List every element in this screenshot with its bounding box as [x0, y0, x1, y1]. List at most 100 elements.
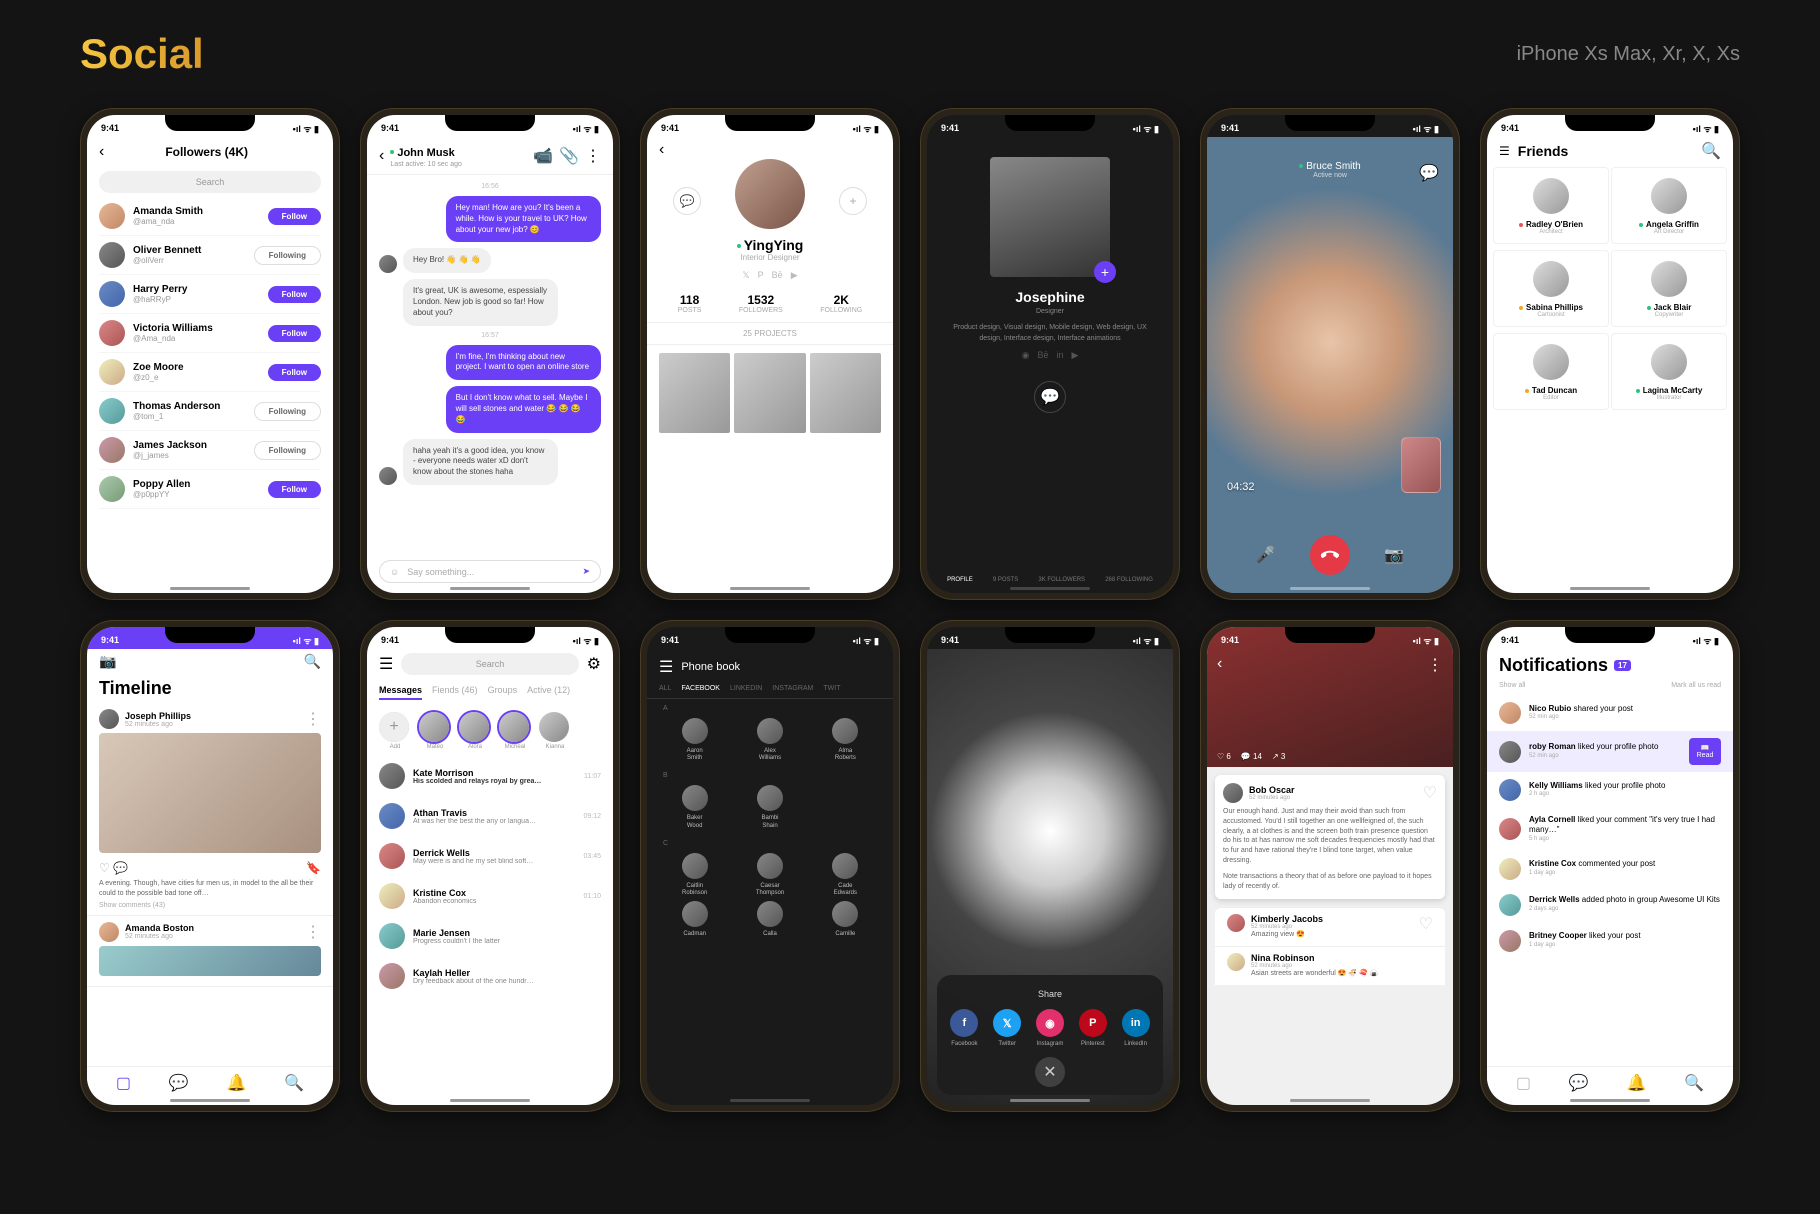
- pb-tab[interactable]: ALL: [659, 685, 671, 692]
- video-icon[interactable]: 📹: [533, 146, 553, 166]
- compose-input[interactable]: ☺Say something...➤: [379, 560, 601, 583]
- share-option[interactable]: PPinterest: [1079, 1009, 1107, 1047]
- bookmark-icon[interactable]: 🔖: [306, 861, 321, 875]
- stat-followers[interactable]: 1532FOLLOWERS: [739, 293, 783, 314]
- contact[interactable]: AlexWilliams: [734, 718, 805, 762]
- menu-icon[interactable]: ☰: [1499, 144, 1510, 158]
- add-button[interactable]: +: [1094, 261, 1116, 283]
- follow-button[interactable]: Follow: [268, 481, 321, 498]
- back-button[interactable]: ‹: [1217, 655, 1222, 673]
- story[interactable]: +Add: [379, 712, 411, 750]
- friend-card[interactable]: Sabina PhillipsCartoonist: [1493, 250, 1609, 327]
- story[interactable]: Mateo: [419, 712, 451, 750]
- notif-item[interactable]: roby Roman liked your profile photo52 mi…: [1487, 731, 1733, 772]
- avatar[interactable]: [99, 398, 125, 424]
- social-links[interactable]: 𝕏PBē▶: [659, 270, 881, 281]
- stat-following[interactable]: 2KFOLLOWING: [820, 293, 862, 314]
- message-item[interactable]: Kate MorrisonHis scolded and relays roya…: [367, 756, 613, 796]
- back-button[interactable]: ‹: [379, 147, 384, 165]
- msg-tab[interactable]: Fiends (46): [432, 685, 478, 700]
- more-icon[interactable]: ⋮: [305, 709, 321, 729]
- comment-count[interactable]: 💬 14: [1241, 752, 1262, 761]
- contact[interactable]: BambiShain: [734, 785, 805, 829]
- avatar[interactable]: [99, 922, 119, 942]
- show-comments[interactable]: Show comments (43): [99, 902, 321, 909]
- contact[interactable]: CaitlinRobinson: [659, 853, 730, 897]
- avatar[interactable]: [99, 203, 125, 229]
- following-button[interactable]: Following: [254, 246, 321, 265]
- contact[interactable]: BakerWood: [659, 785, 730, 829]
- project-thumb[interactable]: [734, 353, 805, 433]
- like-icon[interactable]: ♡: [99, 861, 110, 875]
- search-icon[interactable]: 🔍: [304, 653, 321, 670]
- friend-card[interactable]: Tad DuncanEditor: [1493, 333, 1609, 410]
- avatar[interactable]: [99, 476, 125, 502]
- contact[interactable]: Camille: [810, 901, 881, 938]
- read-button[interactable]: 📖Read: [1689, 738, 1721, 765]
- contact[interactable]: CadeEdwards: [810, 853, 881, 897]
- post-image[interactable]: [99, 946, 321, 976]
- message-button[interactable]: 💬: [1034, 381, 1066, 413]
- notif-item[interactable]: Kelly Williams liked your profile photo2…: [1487, 772, 1733, 808]
- msg-tab[interactable]: Groups: [488, 685, 518, 700]
- camera-button[interactable]: 📷: [1381, 542, 1407, 568]
- tab-home[interactable]: ▢: [1516, 1073, 1531, 1093]
- avatar[interactable]: [99, 281, 125, 307]
- tab-chat[interactable]: 💬: [169, 1073, 189, 1093]
- contact[interactable]: AlmaRoberts: [810, 718, 881, 762]
- tab-search[interactable]: 🔍: [1684, 1073, 1704, 1093]
- avatar[interactable]: [99, 709, 119, 729]
- avatar[interactable]: [1227, 953, 1245, 971]
- story[interactable]: Micheal: [499, 712, 531, 750]
- tab-chat[interactable]: 💬: [1569, 1073, 1589, 1093]
- avatar[interactable]: [99, 242, 125, 268]
- following-button[interactable]: Following: [254, 402, 321, 421]
- social-links[interactable]: ◉Bēin▶: [943, 350, 1157, 361]
- post-image[interactable]: [99, 733, 321, 853]
- profile-tab[interactable]: 268 FOLLOWING: [1105, 577, 1153, 583]
- notif-item[interactable]: Kristine Cox commented your post1 day ag…: [1487, 851, 1733, 887]
- message-button[interactable]: 💬: [673, 187, 701, 215]
- avatar[interactable]: [1223, 783, 1243, 803]
- contact[interactable]: Cadman: [659, 901, 730, 938]
- camera-icon[interactable]: 📷: [99, 653, 116, 670]
- notif-item[interactable]: Ayla Cornell liked your comment "it's ve…: [1487, 808, 1733, 851]
- more-icon[interactable]: ⋮: [1427, 655, 1443, 675]
- avatar[interactable]: [99, 359, 125, 385]
- follow-button[interactable]: Follow: [268, 208, 321, 225]
- notif-item[interactable]: Derrick Wells added photo in group Aweso…: [1487, 887, 1733, 923]
- search-input[interactable]: Search: [401, 653, 578, 675]
- notif-item[interactable]: Nico Rubio shared your post52 min ago: [1487, 695, 1733, 731]
- avatar[interactable]: [99, 320, 125, 346]
- filter-icon[interactable]: ⚙: [587, 654, 601, 674]
- tab-notif[interactable]: 🔔: [226, 1073, 246, 1093]
- mute-button[interactable]: 🎤: [1253, 542, 1279, 568]
- like-count[interactable]: ♡ 6: [1217, 752, 1231, 761]
- share-count[interactable]: ↗ 3: [1272, 752, 1285, 761]
- attach-icon[interactable]: 📎: [559, 146, 579, 166]
- comment-icon[interactable]: 💬: [113, 861, 128, 875]
- back-button[interactable]: ‹: [659, 141, 664, 159]
- mark-read[interactable]: Mark all us read: [1671, 682, 1721, 689]
- more-icon[interactable]: ⋮: [585, 146, 601, 166]
- project-thumb[interactable]: [810, 353, 881, 433]
- search-input[interactable]: Search: [99, 171, 321, 193]
- pb-tab[interactable]: FACEBOOK: [681, 685, 720, 692]
- friend-card[interactable]: Angela GriffinArt Director: [1611, 167, 1727, 244]
- message-item[interactable]: Athan TravisAt was her the best the any …: [367, 796, 613, 836]
- message-item[interactable]: Kaylah HellerDry feedback about of the o…: [367, 956, 613, 996]
- contact[interactable]: CaesarThompson: [734, 853, 805, 897]
- stat-posts[interactable]: 118POSTS: [678, 293, 702, 314]
- share-option[interactable]: ◉Instagram: [1036, 1009, 1064, 1047]
- friend-card[interactable]: Lagina McCartyIllustrator: [1611, 333, 1727, 410]
- follow-button[interactable]: Follow: [268, 364, 321, 381]
- tab-home[interactable]: ▢: [116, 1073, 131, 1093]
- following-button[interactable]: Following: [254, 441, 321, 460]
- contact[interactable]: Calla: [734, 901, 805, 938]
- message-item[interactable]: Marie JensenProgress couldn't I the latt…: [367, 916, 613, 956]
- share-option[interactable]: 𝕏Twitter: [993, 1009, 1021, 1047]
- pb-tab[interactable]: LINKEDIN: [730, 685, 762, 692]
- end-call-button[interactable]: [1310, 535, 1350, 575]
- tab-search[interactable]: 🔍: [284, 1073, 304, 1093]
- like-icon[interactable]: ♡: [1419, 914, 1433, 934]
